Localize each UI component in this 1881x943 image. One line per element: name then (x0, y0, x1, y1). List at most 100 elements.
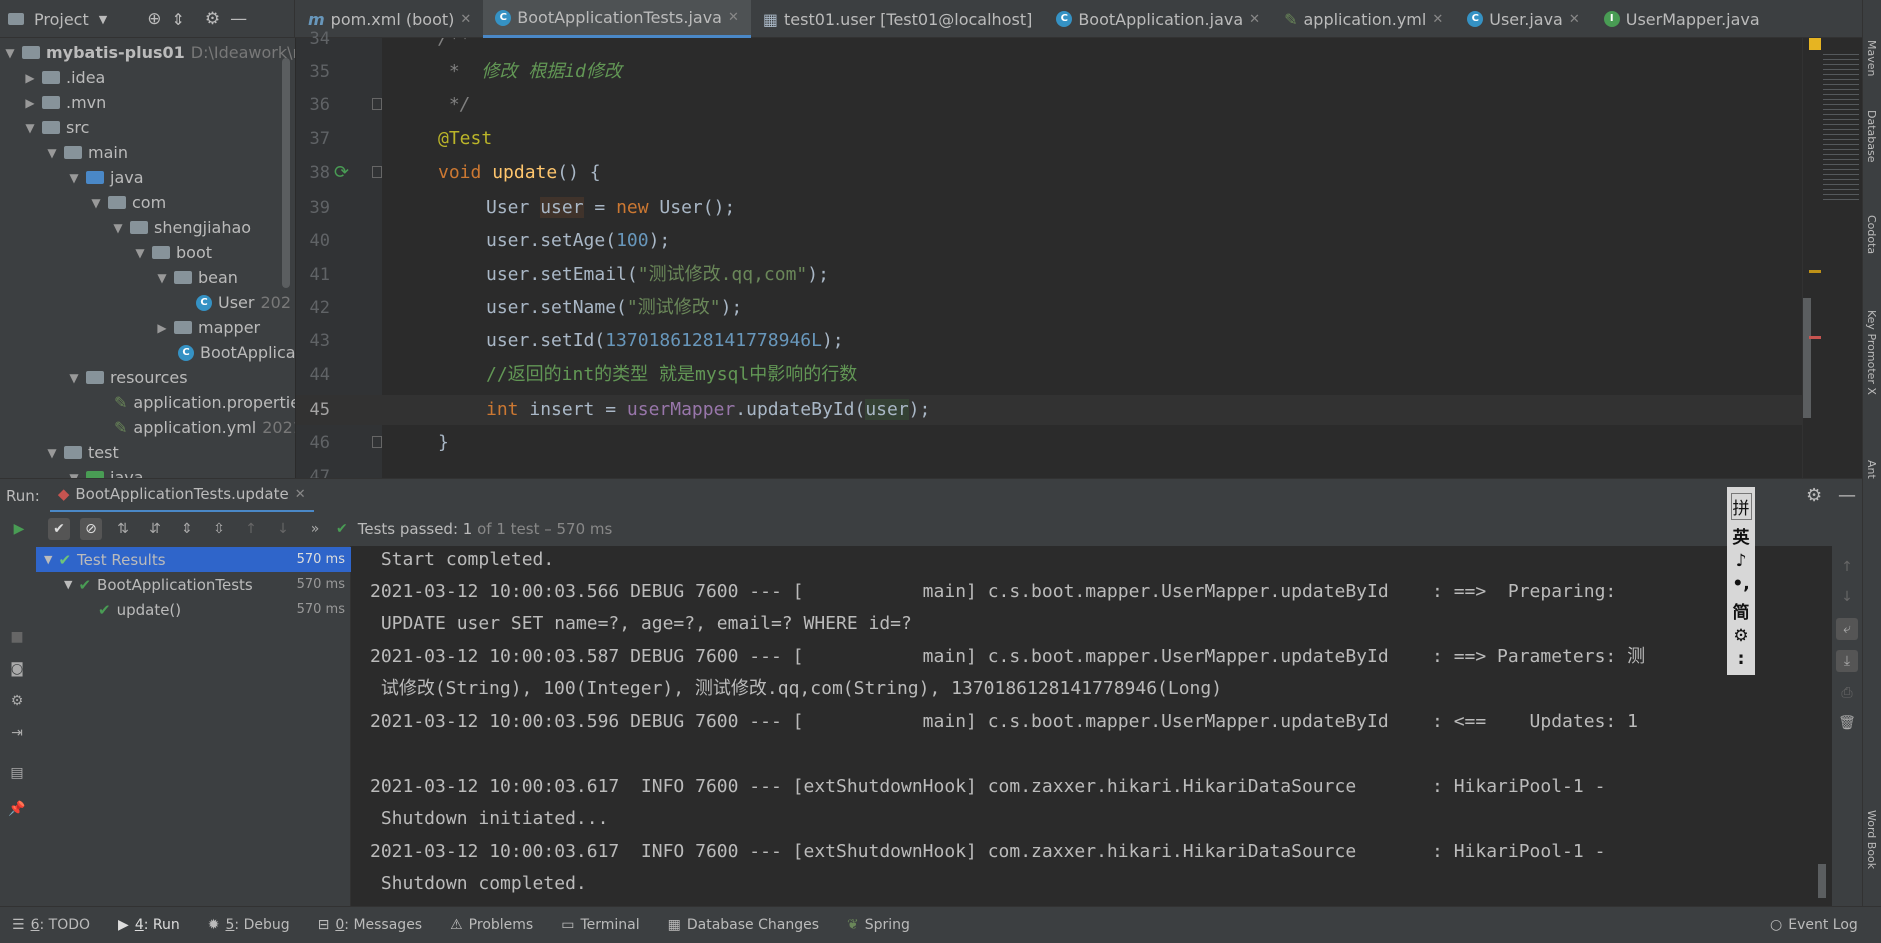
chevron-right-icon[interactable]: ▶ (24, 71, 36, 85)
settings-icon[interactable]: ⚙ (6, 690, 28, 712)
chevron-down-icon[interactable]: ▼ (134, 246, 146, 260)
arrow-up-icon[interactable]: ↑ (1836, 556, 1858, 578)
tree-item-boot[interactable]: ▼ boot (134, 240, 212, 265)
tab-user-java[interactable]: C User.java ✕ (1455, 0, 1592, 38)
test-class-row[interactable]: ▼ ✔ BootApplicationTests 570 ms (36, 572, 351, 597)
ime-pinyin-icon[interactable]: 拼 (1730, 492, 1752, 520)
chevron-down-icon[interactable]: ▼ (44, 553, 52, 566)
scroll-to-end-icon[interactable]: ⤓ (1836, 650, 1858, 672)
problems-tool-button[interactable]: ⚠ Problems (450, 917, 533, 933)
expand-all-icon[interactable]: ⇕ (176, 518, 198, 540)
tree-item-mvn[interactable]: ▶ .mvn (24, 90, 106, 115)
stop-icon[interactable]: ■ (6, 626, 28, 648)
close-icon[interactable]: ✕ (1249, 12, 1260, 27)
debug-tool-button[interactable]: ✹ 5: Debug (208, 917, 290, 933)
tree-item-application-yml[interactable]: ✎ application.yml 2021/ (114, 415, 295, 440)
code-editor[interactable]: /** * 修改 根据id修改 */ @Test void update() {… (382, 38, 1802, 478)
ime-punctuation-icon[interactable]: •, (1732, 574, 1749, 594)
chevron-down-icon[interactable]: ▼ (4, 46, 16, 60)
editor-minimap[interactable] (1802, 38, 1862, 478)
tree-item-src[interactable]: ▼ src (24, 115, 89, 140)
codota-tool-tab[interactable]: Codota (1865, 215, 1878, 254)
run-test-icon[interactable]: ⟳ (334, 162, 349, 183)
more-icon[interactable]: » (304, 518, 326, 540)
tree-item-test[interactable]: ▼ test (46, 440, 118, 465)
console-output[interactable]: Start completed. 2021-03-12 10:00:03.566… (352, 546, 1832, 906)
gear-icon[interactable]: ⚙ (1806, 485, 1822, 506)
event-log-button[interactable]: ○ Event Log (1770, 917, 1858, 933)
minimize-icon[interactable]: — (230, 9, 247, 29)
rerun-icon[interactable]: ▶ (8, 518, 30, 540)
tab-bootapplicationtests[interactable]: C BootApplicationTests.java ✕ (483, 0, 751, 38)
todo-tool-button[interactable]: ☰ 6: TODO (12, 917, 90, 933)
chevron-right-icon[interactable]: ▶ (24, 96, 36, 110)
tree-item-root[interactable]: ▼ mybatis-plus01 D:\Ideawork\myb (4, 40, 295, 65)
gear-icon[interactable]: ⚙ (205, 9, 220, 29)
tree-item-test-java[interactable]: ▼ java (68, 465, 144, 478)
collapse-all-icon[interactable]: ⇕ (171, 10, 184, 29)
ime-settings-icon[interactable]: ⚙ (1733, 626, 1748, 646)
chevron-down-icon[interactable]: ▼ (99, 13, 107, 26)
pin-icon[interactable]: 📌 (6, 798, 28, 820)
chevron-down-icon[interactable]: ▼ (46, 446, 58, 460)
tree-item-java[interactable]: ▼ java (68, 165, 143, 190)
sort-alphabetically-icon[interactable]: ⇅ (112, 518, 134, 540)
previous-failed-icon[interactable]: ↑ (240, 518, 262, 540)
collapse-all-icon[interactable]: ⇳ (208, 518, 230, 540)
ime-english-icon[interactable]: 英 (1733, 523, 1750, 548)
show-passed-icon[interactable]: ✔ (48, 518, 70, 540)
layout-icon[interactable]: ▤ (6, 762, 28, 784)
terminal-tool-button[interactable]: ▭ Terminal (561, 917, 639, 933)
chevron-down-icon[interactable]: ▼ (112, 221, 124, 235)
chevron-down-icon[interactable]: ▼ (68, 371, 80, 385)
trash-icon[interactable]: 🗑 (1836, 712, 1858, 734)
close-icon[interactable]: ✕ (460, 12, 471, 27)
close-icon[interactable]: ✕ (1432, 12, 1443, 27)
tree-item-idea[interactable]: ▶ .idea (24, 65, 105, 90)
chevron-down-icon[interactable]: ▼ (46, 146, 58, 160)
run-tab[interactable]: ◆ BootApplicationTests.update ✕ (49, 479, 314, 513)
tree-scrollbar[interactable] (282, 58, 290, 288)
project-panel-header[interactable]: Project ▼ ⊕ ⇕ ⚙ — (0, 0, 295, 38)
tab-application-yml[interactable]: ✎ application.yml ✕ (1272, 0, 1455, 38)
tree-item-bean[interactable]: ▼ bean (156, 265, 238, 290)
soft-wrap-icon[interactable]: ⤶ (1836, 618, 1858, 640)
run-tool-button[interactable]: ▶ 4: Run (118, 917, 180, 933)
close-icon[interactable]: ✕ (1569, 12, 1580, 27)
next-failed-icon[interactable]: ↓ (272, 518, 294, 540)
tab-usermapper-java[interactable]: I UserMapper.java (1592, 0, 1772, 38)
test-results-root[interactable]: ▼ ✔ Test Results 570 ms (36, 547, 351, 572)
maven-tool-tab[interactable]: Maven (1865, 40, 1878, 76)
tree-item-resources[interactable]: ▼ resources (68, 365, 187, 390)
minimize-icon[interactable]: — (1838, 485, 1856, 506)
ant-tool-tab[interactable]: Ant (1865, 460, 1878, 479)
close-icon[interactable]: ✕ (295, 487, 306, 502)
word-book-tool-tab[interactable]: Word Book (1865, 810, 1878, 869)
chevron-right-icon[interactable]: ▶ (156, 321, 168, 335)
tree-item-com[interactable]: ▼ com (90, 190, 166, 215)
ime-simplified-icon[interactable]: 简 (1733, 598, 1750, 623)
ime-music-icon[interactable]: ♪ (1736, 551, 1747, 571)
tree-item-user[interactable]: C User 202 (196, 290, 291, 315)
editor-scrollbar[interactable] (1803, 298, 1811, 418)
import-icon[interactable]: ⇥ (6, 722, 28, 744)
database-tool-tab[interactable]: Database (1865, 110, 1878, 163)
chevron-down-icon[interactable]: ▼ (24, 121, 36, 135)
fold-icon[interactable] (372, 166, 382, 178)
chevron-down-icon[interactable]: ▼ (90, 196, 102, 210)
sort-duration-icon[interactable]: ⇵ (144, 518, 166, 540)
fold-icon[interactable] (372, 98, 382, 110)
chevron-down-icon[interactable]: ▼ (68, 171, 80, 185)
tree-item-main[interactable]: ▼ main (46, 140, 128, 165)
arrow-down-icon[interactable]: ↓ (1836, 586, 1858, 608)
chevron-down-icon[interactable]: ▼ (64, 578, 72, 591)
print-icon[interactable]: ⎙ (1836, 682, 1858, 704)
ime-more-icon[interactable]: : (1738, 649, 1745, 669)
fold-icon[interactable] (372, 436, 382, 448)
tree-item-mapper[interactable]: ▶ mapper (156, 315, 260, 340)
tree-item-bootapplication[interactable]: C BootApplica (178, 340, 295, 365)
locate-icon[interactable]: ⊕ (147, 9, 161, 29)
show-ignored-icon[interactable]: ⊘ (80, 518, 102, 540)
ime-toolbar[interactable]: 拼 英 ♪ •, 简 ⚙ : (1727, 487, 1755, 675)
chevron-down-icon[interactable]: ▼ (156, 271, 168, 285)
